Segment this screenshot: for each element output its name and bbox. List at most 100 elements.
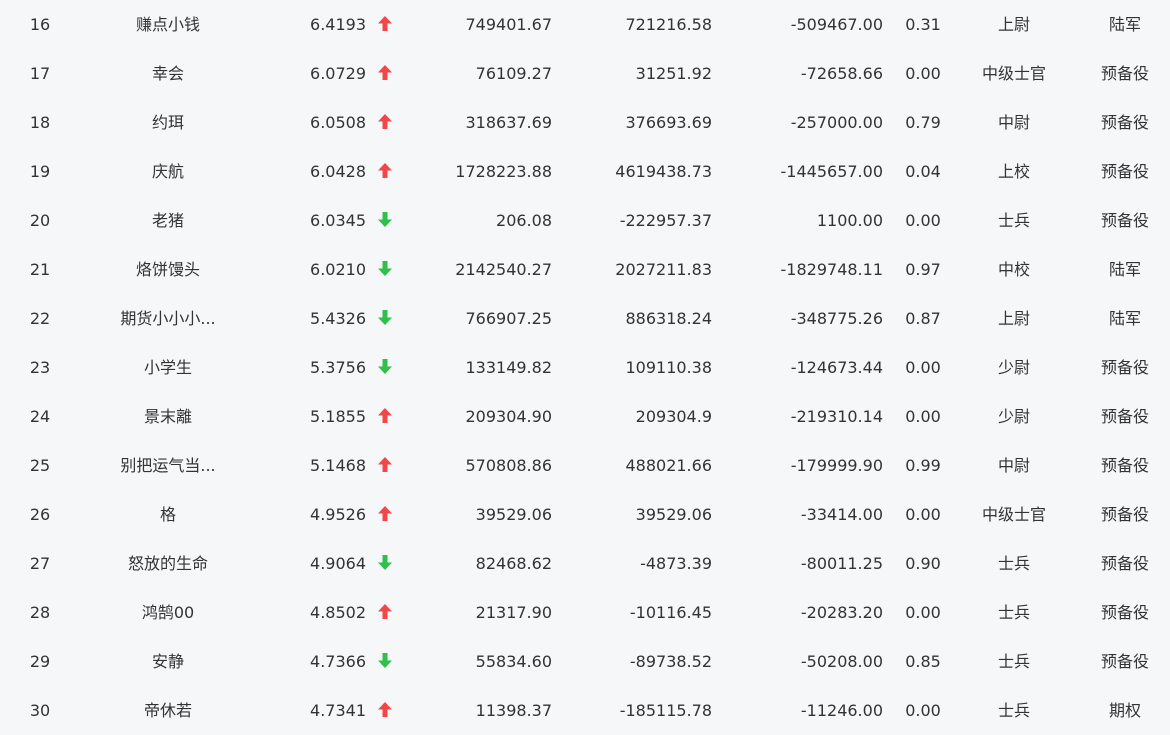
value-c-cell: -11246.00 <box>800 701 883 720</box>
value-a-cell: 11398.37 <box>475 701 552 720</box>
table-row[interactable]: 29 安静 4.7366 55834.60 -89738.52 -50208.00 0.85… <box>0 637 1170 686</box>
table-row[interactable]: 23 小学生 5.3756 133149.82 109110.38 -124673.44 0… <box>0 343 1170 392</box>
type-cell: 陆军 <box>1108 15 1141 34</box>
value-b-cell: 109110.38 <box>625 358 712 377</box>
value-b-cell: -89738.52 <box>629 652 712 671</box>
ratio-cell: 0.31 <box>905 15 941 34</box>
score-cell: 5.3756 <box>310 358 366 377</box>
table-row[interactable]: 25 别把运气当... 5.1468 570808.86 488021.66 -17999… <box>0 441 1170 490</box>
arrow-down-icon <box>374 637 396 686</box>
value-c-cell: -219310.14 <box>790 407 883 426</box>
type-cell: 预备役 <box>1100 652 1149 671</box>
arrow-down-icon <box>374 245 396 294</box>
value-c-cell: -509467.00 <box>790 15 883 34</box>
rank-title-cell: 士兵 <box>997 701 1030 720</box>
name-cell: 庆航 <box>151 162 184 181</box>
table-row[interactable]: 21 烙饼馒头 6.0210 2142540.27 2027211.83 -1829748… <box>0 245 1170 294</box>
score-cell: 4.9064 <box>310 554 366 573</box>
name-cell: 怒放的生命 <box>127 554 208 573</box>
table-row[interactable]: 26 格 4.9526 39529.06 39529.06 -33414.00 0.00 中级… <box>0 490 1170 539</box>
ratio-cell: 0.79 <box>905 113 941 132</box>
type-cell: 预备役 <box>1100 211 1149 230</box>
rank-title-cell: 中级士官 <box>981 64 1046 83</box>
score-cell: 5.1468 <box>310 456 366 475</box>
table-row[interactable]: 28 鸿鹄00 4.8502 21317.90 -10116.45 -20283.20 0.… <box>0 588 1170 637</box>
arrow-up-icon <box>374 441 396 490</box>
table-row[interactable]: 30 帝休若 4.7341 11398.37 -185115.78 -11246.00 0.… <box>0 686 1170 735</box>
rank-cell: 17 <box>29 64 51 83</box>
table-row[interactable]: 16 赚点小钱 6.4193 749401.67 721216.58 -509467.00… <box>0 0 1170 49</box>
type-cell: 预备役 <box>1100 162 1149 181</box>
type-cell: 陆军 <box>1108 309 1141 328</box>
ratio-cell: 0.00 <box>905 64 941 83</box>
value-c-cell: -1445657.00 <box>780 162 883 181</box>
rank-title-cell: 上校 <box>997 162 1030 181</box>
name-cell: 帝休若 <box>143 701 192 720</box>
rank-cell: 28 <box>29 603 51 622</box>
value-a-cell: 318637.69 <box>465 113 552 132</box>
value-b-cell: 39529.06 <box>635 505 712 524</box>
value-a-cell: 76109.27 <box>475 64 552 83</box>
arrow-up-icon <box>374 147 396 196</box>
value-a-cell: 82468.62 <box>475 554 552 573</box>
table-row[interactable]: 19 庆航 6.0428 1728223.88 4619438.73 -1445657.0… <box>0 147 1170 196</box>
name-cell: 小学生 <box>143 358 192 377</box>
arrow-up-icon <box>374 686 396 735</box>
value-c-cell: -33414.00 <box>800 505 883 524</box>
ratio-cell: 0.00 <box>905 358 941 377</box>
rank-title-cell: 士兵 <box>997 554 1030 573</box>
table-row[interactable]: 22 期货小小小... 5.4326 766907.25 886318.24 -34877… <box>0 294 1170 343</box>
value-b-cell: 4619438.73 <box>615 162 712 181</box>
arrow-up-icon <box>374 49 396 98</box>
ratio-cell: 0.00 <box>905 603 941 622</box>
value-a-cell: 2142540.27 <box>455 260 552 279</box>
score-cell: 4.8502 <box>310 603 366 622</box>
table-row[interactable]: 17 幸会 6.0729 76109.27 31251.92 -72658.66 0.00 中… <box>0 49 1170 98</box>
name-cell: 赚点小钱 <box>135 15 200 34</box>
type-cell: 预备役 <box>1100 554 1149 573</box>
type-cell: 陆军 <box>1108 260 1141 279</box>
name-cell: 别把运气当... <box>120 456 216 475</box>
table-row[interactable]: 18 约珥 6.0508 318637.69 376693.69 -257000.00 0.… <box>0 98 1170 147</box>
score-cell: 6.0345 <box>310 211 366 230</box>
value-a-cell: 21317.90 <box>475 603 552 622</box>
score-cell: 6.0210 <box>310 260 366 279</box>
value-b-cell: -222957.37 <box>619 211 712 230</box>
rank-title-cell: 中尉 <box>997 456 1030 475</box>
value-a-cell: 766907.25 <box>465 309 552 328</box>
name-cell: 格 <box>159 505 176 524</box>
value-c-cell: -257000.00 <box>790 113 883 132</box>
rank-cell: 30 <box>29 701 51 720</box>
rank-title-cell: 少尉 <box>997 358 1030 377</box>
value-a-cell: 749401.67 <box>465 15 552 34</box>
value-a-cell: 55834.60 <box>475 652 552 671</box>
rank-cell: 21 <box>29 260 51 279</box>
score-cell: 4.9526 <box>310 505 366 524</box>
score-cell: 5.1855 <box>310 407 366 426</box>
arrow-up-icon <box>374 392 396 441</box>
value-b-cell: 488021.66 <box>625 456 712 475</box>
rank-cell: 25 <box>29 456 51 475</box>
rank-cell: 24 <box>29 407 51 426</box>
value-b-cell: -185115.78 <box>619 701 712 720</box>
value-c-cell: -179999.90 <box>790 456 883 475</box>
ratio-cell: 0.00 <box>905 407 941 426</box>
rank-cell: 16 <box>29 15 51 34</box>
type-cell: 预备役 <box>1100 505 1149 524</box>
rank-title-cell: 中校 <box>997 260 1030 279</box>
name-cell: 鸿鹄00 <box>141 603 195 622</box>
rank-cell: 23 <box>29 358 51 377</box>
score-cell: 5.4326 <box>310 309 366 328</box>
ranking-table: 16 赚点小钱 6.4193 749401.67 721216.58 -509467.00… <box>0 0 1170 731</box>
name-cell: 老猪 <box>151 211 184 230</box>
score-cell: 6.0729 <box>310 64 366 83</box>
table-row[interactable]: 27 怒放的生命 4.9064 82468.62 -4873.39 -80011.25 0.… <box>0 539 1170 588</box>
rank-cell: 26 <box>29 505 51 524</box>
rank-title-cell: 上尉 <box>997 309 1030 328</box>
value-b-cell: 376693.69 <box>625 113 712 132</box>
table-row[interactable]: 20 老猪 6.0345 206.08 -222957.37 1100.00 0.00 士兵 预… <box>0 196 1170 245</box>
type-cell: 预备役 <box>1100 456 1149 475</box>
arrow-down-icon <box>374 294 396 343</box>
table-row[interactable]: 24 景末離 5.1855 209304.90 209304.9 -219310.14 0.… <box>0 392 1170 441</box>
arrow-up-icon <box>374 588 396 637</box>
